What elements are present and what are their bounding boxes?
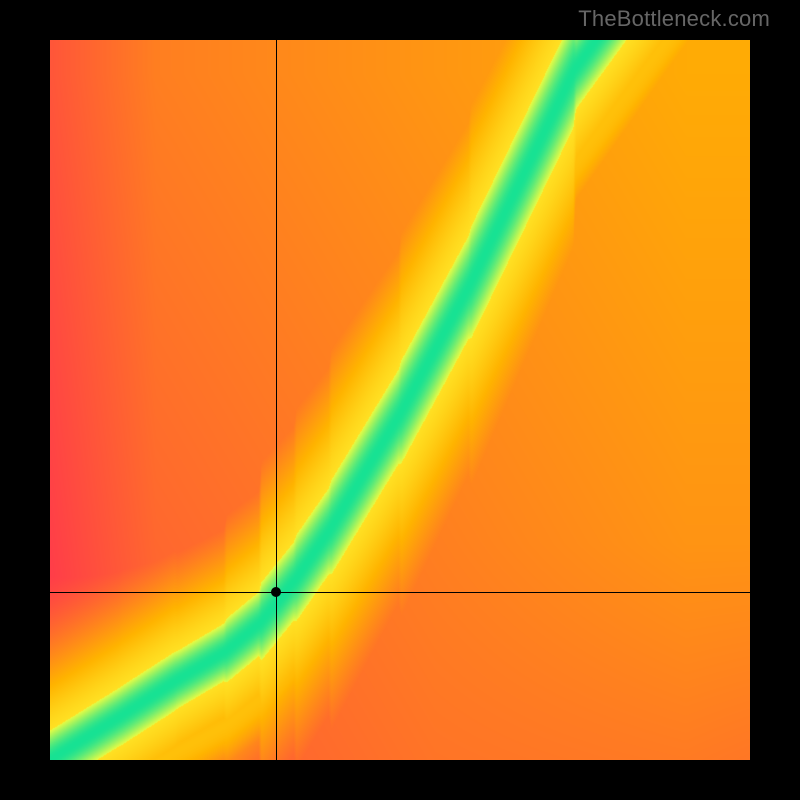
chart-frame: TheBottleneck.com (0, 0, 800, 800)
watermark-text: TheBottleneck.com (578, 6, 770, 32)
heatmap-canvas (50, 40, 750, 760)
heatmap-plot[interactable] (50, 40, 750, 760)
